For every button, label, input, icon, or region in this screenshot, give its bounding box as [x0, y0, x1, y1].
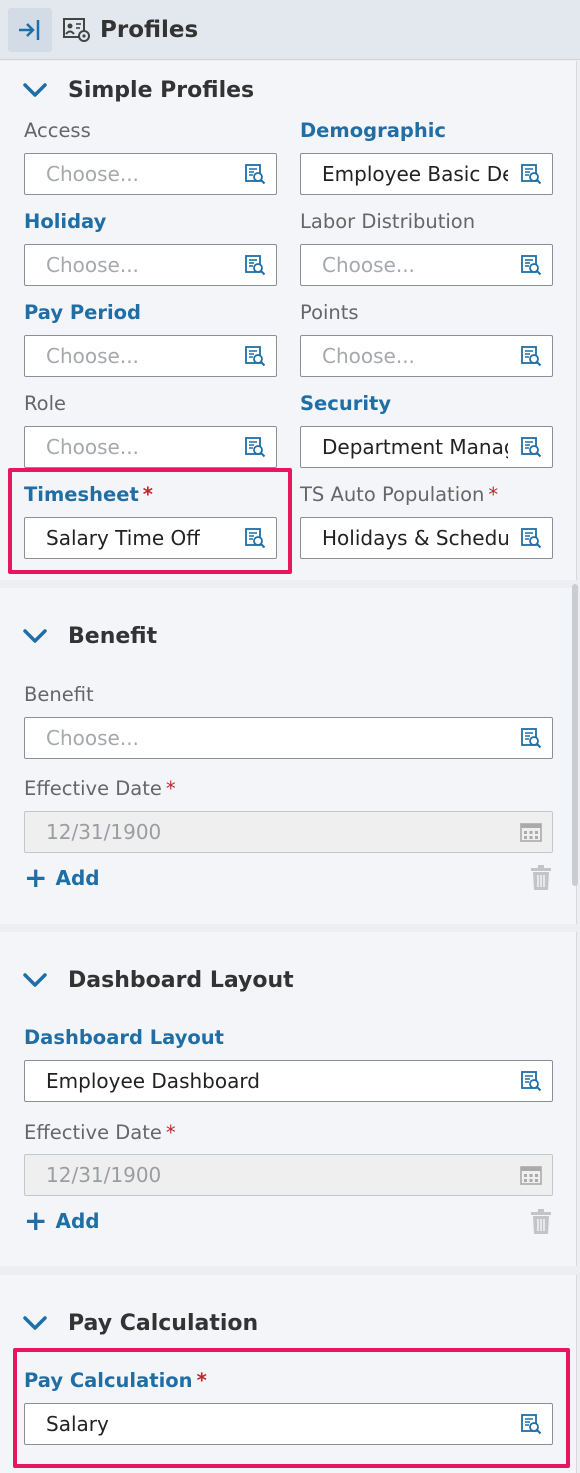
holiday-field[interactable]: Choose... — [24, 244, 277, 286]
pay-period-placeholder: Choose... — [46, 344, 139, 368]
scrollbar-thumb[interactable] — [572, 584, 578, 886]
ts-auto-population-label-text: TS Auto Population — [300, 483, 485, 506]
lookup-icon[interactable] — [520, 527, 542, 549]
chevron-down-icon — [22, 626, 48, 646]
calendar-icon — [520, 821, 542, 843]
calendar-icon — [520, 1164, 542, 1186]
holiday-placeholder: Choose... — [46, 253, 139, 277]
security-value: Department Manager — [322, 435, 508, 459]
add-label: Add — [55, 866, 100, 890]
lookup-icon[interactable] — [244, 163, 266, 185]
labor-distribution-label: Labor Distribution — [300, 210, 476, 233]
benefit-section: Benefit Benefit Choose... Effective Date… — [0, 588, 577, 924]
access-field[interactable]: Choose... — [24, 153, 277, 195]
collapse-arrow-icon — [19, 19, 40, 40]
chevron-down-icon — [22, 80, 48, 100]
access-label: Access — [24, 119, 91, 142]
lookup-icon[interactable] — [520, 254, 542, 276]
trash-icon — [530, 1209, 552, 1235]
benefit-field[interactable]: Choose... — [24, 717, 553, 759]
dashboard-layout-label[interactable]: Dashboard Layout — [24, 1026, 224, 1049]
section-title: Simple Profiles — [68, 77, 255, 103]
chevron-down-icon — [22, 1313, 48, 1333]
lookup-icon[interactable] — [520, 163, 542, 185]
pay-calculation-section: Pay Calculation Pay Calculation * Salary — [0, 1275, 577, 1473]
ts-auto-population-field[interactable]: Holidays & Schedules — [300, 517, 553, 559]
effective-date-label: Effective Date * — [24, 777, 176, 800]
panel-header: Profiles — [0, 0, 580, 60]
ts-auto-population-value: Holidays & Schedules — [322, 526, 508, 550]
dashboard-layout-value: Employee Dashboard — [46, 1069, 260, 1093]
security-field[interactable]: Department Manager — [300, 426, 553, 468]
lookup-icon[interactable] — [244, 436, 266, 458]
add-label: Add — [55, 1209, 100, 1233]
effective-date-value: 12/31/1900 — [46, 1163, 162, 1187]
pay-period-field[interactable]: Choose... — [24, 335, 277, 377]
timesheet-highlight — [8, 468, 292, 574]
profile-settings-icon — [62, 16, 92, 44]
dashboard-layout-toggle[interactable]: Dashboard Layout — [22, 965, 294, 995]
section-title: Pay Calculation — [68, 1310, 259, 1336]
dashboard-layout-section: Dashboard Layout Dashboard Layout Employ… — [0, 932, 577, 1266]
role-field[interactable]: Choose... — [24, 426, 277, 468]
ts-auto-population-label: TS Auto Population * — [300, 483, 498, 506]
effective-date-field: 12/31/1900 — [24, 1154, 553, 1196]
effective-date-label: Effective Date * — [24, 1121, 176, 1144]
labor-distribution-field[interactable]: Choose... — [300, 244, 553, 286]
lookup-icon[interactable] — [520, 345, 542, 367]
pay-calculation-highlight — [13, 1348, 570, 1468]
lookup-icon[interactable] — [244, 254, 266, 276]
points-label: Points — [300, 301, 359, 324]
effective-date-label-text: Effective Date — [24, 777, 162, 800]
access-placeholder: Choose... — [46, 162, 139, 186]
simple-profiles-section: Simple Profiles Access Choose... Demogra… — [0, 61, 577, 580]
pay-calculation-toggle[interactable]: Pay Calculation — [22, 1308, 258, 1338]
plus-icon: + — [24, 861, 48, 894]
benefit-toggle[interactable]: Benefit — [22, 621, 157, 651]
points-field[interactable]: Choose... — [300, 335, 553, 377]
section-title: Benefit — [68, 623, 158, 649]
trash-icon — [530, 865, 552, 891]
effective-date-field: 12/31/1900 — [24, 811, 553, 853]
benefit-label: Benefit — [24, 683, 94, 706]
dashboard-layout-field[interactable]: Employee Dashboard — [24, 1060, 553, 1102]
role-placeholder: Choose... — [46, 435, 139, 459]
lookup-icon[interactable] — [520, 436, 542, 458]
required-marker: * — [165, 777, 176, 800]
section-title: Dashboard Layout — [68, 967, 294, 993]
demographic-label[interactable]: Demographic — [300, 119, 446, 142]
panel-title: Profiles — [100, 16, 199, 43]
labor-distribution-placeholder: Choose... — [322, 253, 415, 277]
add-benefit-button[interactable]: + Add — [24, 864, 100, 892]
effective-date-value: 12/31/1900 — [46, 820, 162, 844]
required-marker: * — [165, 1121, 176, 1144]
lookup-icon[interactable] — [244, 345, 266, 367]
pay-period-label[interactable]: Pay Period — [24, 301, 141, 324]
chevron-down-icon — [22, 970, 48, 990]
add-dashboard-layout-button[interactable]: + Add — [24, 1207, 100, 1235]
role-label: Role — [24, 392, 67, 415]
security-label[interactable]: Security — [300, 392, 391, 415]
holiday-label[interactable]: Holiday — [24, 210, 106, 233]
benefit-placeholder: Choose... — [46, 726, 139, 750]
lookup-icon[interactable] — [520, 727, 542, 749]
lookup-icon[interactable] — [520, 1070, 542, 1092]
collapse-panel-button[interactable] — [8, 7, 52, 52]
required-marker: * — [488, 483, 499, 506]
demographic-value: Employee Basic Demographic — [322, 162, 508, 186]
simple-profiles-toggle[interactable]: Simple Profiles — [22, 75, 254, 105]
effective-date-label-text: Effective Date — [24, 1121, 162, 1144]
points-placeholder: Choose... — [322, 344, 415, 368]
plus-icon: + — [24, 1204, 48, 1237]
demographic-field[interactable]: Employee Basic Demographic — [300, 153, 553, 195]
